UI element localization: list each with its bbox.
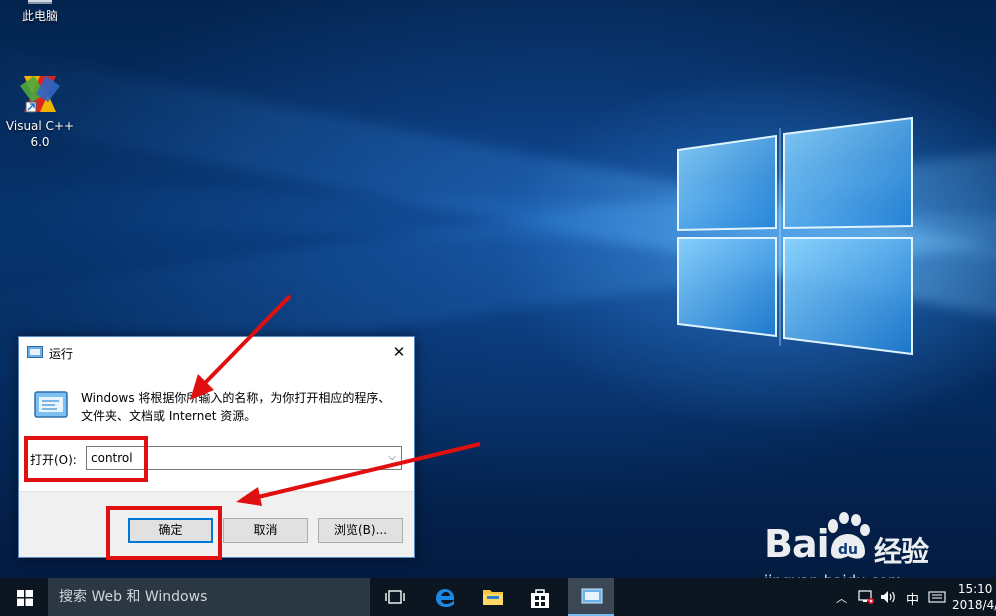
desktop-icon-label: 此电脑 xyxy=(21,9,58,23)
start-button[interactable] xyxy=(0,578,48,616)
ime-indicator[interactable]: 中 xyxy=(906,589,919,608)
taskbar-store[interactable] xyxy=(517,578,563,616)
network-icon[interactable] xyxy=(858,590,874,604)
open-combobox[interactable]: ⌵ xyxy=(86,446,402,470)
desktop-icon-label: Visual C++ 6.0 xyxy=(5,119,75,149)
baidu-paw-icon: du xyxy=(828,512,870,559)
watermark-brand: Bai xyxy=(764,522,830,566)
windows-logo-wallpaper xyxy=(676,116,914,356)
clock-date: 2018/4/ xyxy=(952,598,996,612)
close-icon: ✕ xyxy=(392,343,406,361)
system-tray: ︿ 中 xyxy=(836,578,946,616)
desktop-icon-this-pc[interactable]: 此电脑 xyxy=(2,0,78,24)
open-label: 打开(O): xyxy=(30,453,77,467)
browse-button[interactable]: 浏览(B)... xyxy=(318,518,403,543)
svg-text:du: du xyxy=(838,542,858,558)
dialog-description: Windows 将根据你所输入的名称，为你打开相应的程序、文件夹、文档或 Int… xyxy=(81,391,391,423)
folder-icon xyxy=(483,590,503,605)
dialog-title: 运行 xyxy=(49,347,74,361)
visual-cpp-icon xyxy=(20,76,60,113)
cancel-button[interactable]: 取消 xyxy=(223,518,308,543)
volume-icon[interactable] xyxy=(880,590,898,604)
taskbar-clock[interactable]: 15:10 2018/4/ xyxy=(952,581,996,613)
store-bag-icon xyxy=(531,589,549,608)
keyboard-icon[interactable] xyxy=(928,589,946,605)
taskbar-search-box[interactable]: 搜索 Web 和 Windows xyxy=(48,578,370,616)
windows-start-icon xyxy=(17,590,33,606)
task-view-button[interactable] xyxy=(372,578,418,616)
taskbar: 搜索 Web 和 Windows ︿ 中 15:10 2018/4/ xyxy=(0,578,996,616)
edge-browser-icon xyxy=(436,589,454,607)
ok-button[interactable]: 确定 xyxy=(128,518,213,543)
clock-time: 15:10 xyxy=(957,582,993,596)
watermark-brand-suffix: 经验 xyxy=(874,535,929,568)
run-app-icon xyxy=(27,346,43,358)
task-view-icon xyxy=(385,590,405,604)
taskbar-run-dialog[interactable] xyxy=(568,578,614,616)
close-button[interactable]: ✕ xyxy=(384,337,414,367)
run-program-icon xyxy=(34,391,68,418)
open-input[interactable] xyxy=(87,447,377,469)
dialog-titlebar[interactable]: 运行 ✕ xyxy=(19,337,414,367)
chevron-down-icon[interactable]: ⌵ xyxy=(385,451,399,465)
run-app-icon xyxy=(581,588,603,604)
taskbar-edge[interactable] xyxy=(421,578,467,616)
this-pc-icon xyxy=(28,0,52,4)
taskbar-file-explorer[interactable] xyxy=(469,578,515,616)
desktop-icon-visual-cpp[interactable]: Visual C++ 6.0 xyxy=(2,72,78,150)
chevron-up-icon[interactable]: ︿ xyxy=(836,590,847,606)
run-dialog: 运行 ✕ Windows 将根据你所输入的名称，为你打开相应的程序、文件夹、文档… xyxy=(18,336,415,558)
